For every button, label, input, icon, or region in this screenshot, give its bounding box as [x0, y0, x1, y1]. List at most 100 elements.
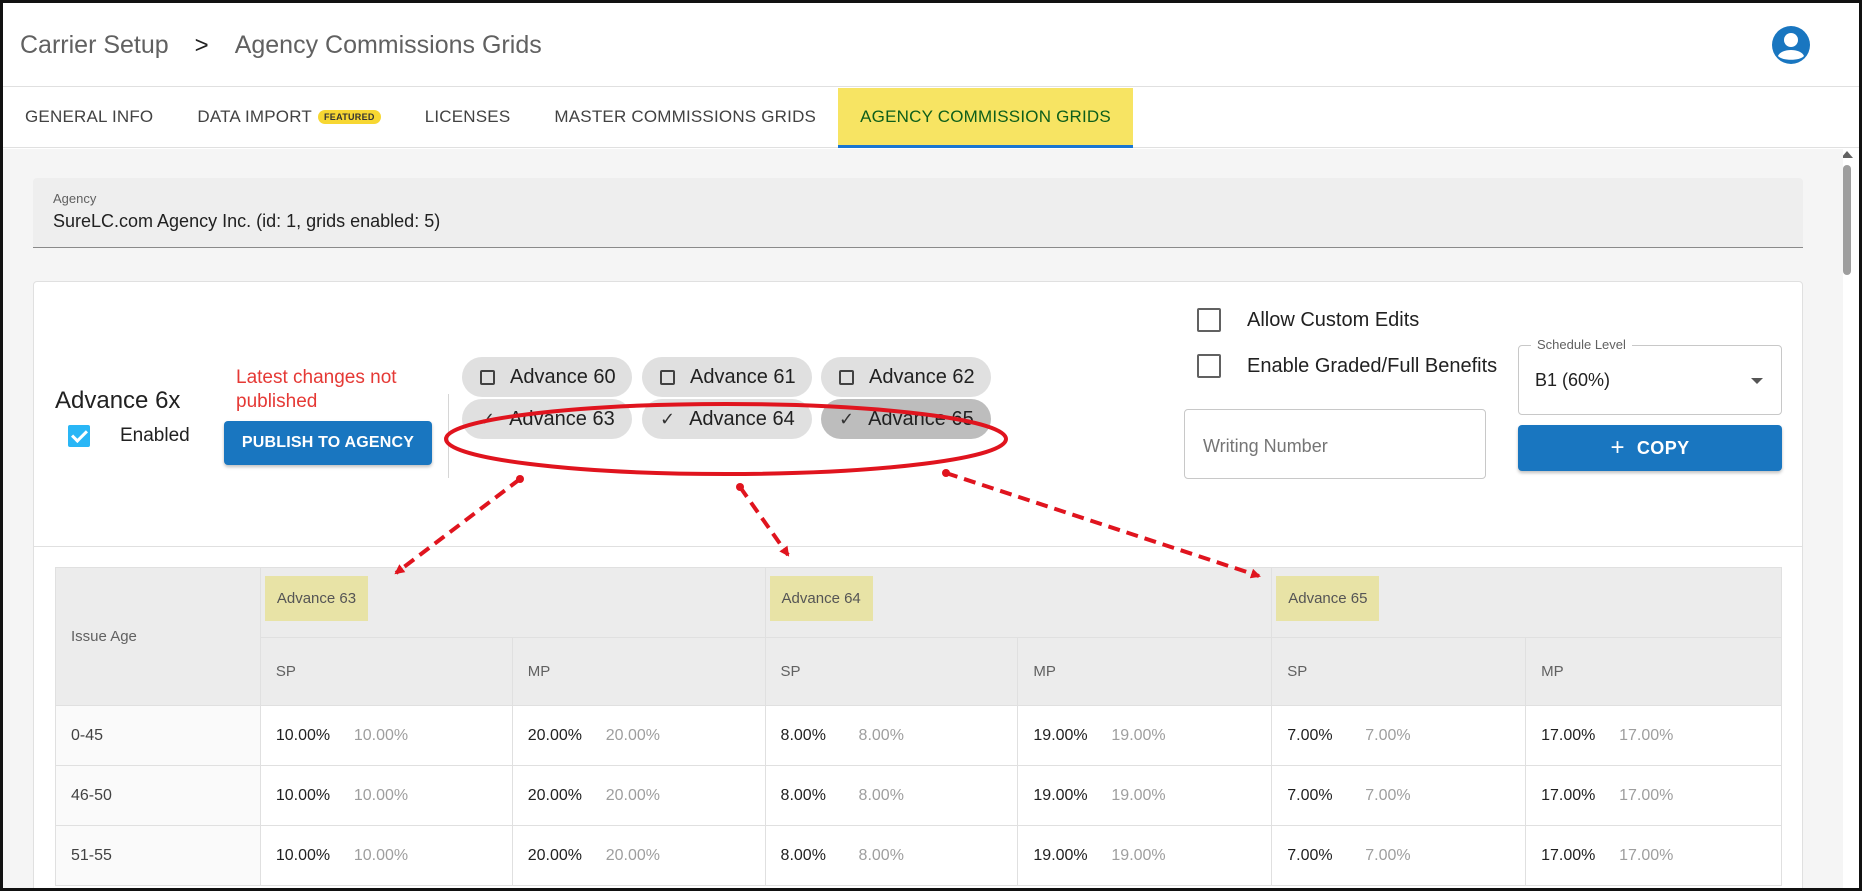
- agency-field-label: Agency: [53, 191, 97, 206]
- rate-master-value: 20.00%: [605, 846, 660, 864]
- rate-master-value: 17.00%: [1619, 846, 1674, 864]
- rate-value: 19.00%: [1033, 726, 1088, 744]
- unpublished-warning: Latest changes not published: [236, 367, 397, 412]
- app-window: Carrier Setup > Agency Commissions Grids…: [0, 0, 1862, 891]
- writing-number-input[interactable]: Writing Number: [1184, 409, 1486, 479]
- check-icon: ✓: [660, 408, 676, 429]
- rate-master-value: 10.00%: [353, 846, 409, 864]
- rate-cell[interactable]: 19.00% 19.00%: [1017, 825, 1273, 886]
- enable-graded-option[interactable]: Enable Graded/Full Benefits: [1197, 354, 1497, 378]
- divider: [448, 394, 449, 478]
- user-account-icon[interactable]: [1771, 25, 1811, 65]
- rate-value: 8.00%: [780, 786, 826, 804]
- rate-master-value: 8.00%: [858, 786, 904, 804]
- group-header: Advance 65: [1271, 567, 1782, 638]
- rate-value: 19.00%: [1033, 786, 1088, 804]
- rate-cell[interactable]: 7.00% 7.00%: [1271, 825, 1527, 886]
- chip-label: Advance 65: [868, 407, 974, 430]
- rate-value: 19.00%: [1033, 846, 1088, 864]
- rate-master-value: 20.00%: [605, 786, 660, 804]
- allow-custom-edits-checkbox[interactable]: [1197, 308, 1221, 332]
- rate-master-value: 8.00%: [858, 726, 904, 744]
- rate-master-value: 7.00%: [1365, 846, 1411, 864]
- chip-label: Advance 61: [690, 365, 796, 388]
- chip-label: Advance 64: [689, 407, 795, 430]
- issue-age-header: Issue Age: [55, 567, 261, 706]
- dropdown-caret-icon: [1751, 378, 1763, 384]
- agency-field-value: SureLC.com Agency Inc. (id: 1, grids ena…: [53, 211, 441, 231]
- option-label: Enable Graded/Full Benefits: [1247, 354, 1498, 377]
- tab-master-commissions-grids[interactable]: MASTER COMMISSIONS GRIDS: [532, 88, 838, 146]
- rate-cell[interactable]: 20.00% 20.00%: [511, 825, 766, 886]
- rate-cell[interactable]: 7.00% 7.00%: [1271, 705, 1527, 766]
- publish-to-agency-button[interactable]: PUBLISH TO AGENCY: [224, 421, 432, 465]
- issue-age-cell: 51-55: [55, 825, 261, 886]
- agency-select[interactable]: Agency SureLC.com Agency Inc. (id: 1, gr…: [33, 178, 1803, 248]
- chip-label: Advance 62: [869, 365, 975, 388]
- rate-master-value: 7.00%: [1365, 726, 1411, 744]
- copy-button[interactable]: + COPY: [1518, 425, 1782, 471]
- rate-cell[interactable]: 17.00% 17.00%: [1525, 765, 1782, 826]
- tab-bar: GENERAL INFO DATA IMPORT FEATURED LICENS…: [3, 88, 1859, 148]
- divider: [34, 546, 1802, 547]
- rate-value: 20.00%: [527, 846, 582, 864]
- breadcrumb-parent[interactable]: Carrier Setup: [20, 31, 169, 60]
- mp-header: MP: [1525, 637, 1782, 706]
- rate-cell[interactable]: 8.00% 8.00%: [764, 765, 1019, 826]
- rate-value: 17.00%: [1541, 846, 1596, 864]
- rate-cell[interactable]: 8.00% 8.00%: [764, 825, 1019, 886]
- tab-agency-commission-grids[interactable]: AGENCY COMMISSION GRIDS: [838, 88, 1133, 148]
- table-row: 46-50 10.00% 10.00% 20.00% 20.00% 8.00% 8.0…: [55, 765, 1782, 826]
- chip-advance-63[interactable]: ✓ Advance 63: [462, 399, 632, 439]
- rate-cell[interactable]: 7.00% 7.00%: [1271, 765, 1527, 826]
- tab-licenses[interactable]: LICENSES: [403, 88, 533, 146]
- rate-cell[interactable]: 10.00% 10.00%: [259, 705, 513, 766]
- rate-value: 7.00%: [1287, 846, 1333, 864]
- chip-advance-64[interactable]: ✓ Advance 64: [642, 399, 812, 439]
- rate-cell[interactable]: 20.00% 20.00%: [511, 765, 766, 826]
- schedule-level-select[interactable]: Schedule Level B1 (60%): [1518, 337, 1782, 415]
- chip-advance-61[interactable]: Advance 61: [642, 357, 812, 397]
- schedule-level-label: Schedule Level: [1531, 337, 1632, 352]
- rate-master-value: 7.00%: [1365, 786, 1411, 804]
- chip-advance-60[interactable]: Advance 60: [462, 357, 632, 397]
- group-header: Advance 63: [259, 567, 766, 638]
- tab-general-info[interactable]: GENERAL INFO: [3, 88, 175, 146]
- chip-advance-62[interactable]: Advance 62: [821, 357, 991, 397]
- plus-icon: +: [1610, 434, 1625, 461]
- rate-master-value: 17.00%: [1619, 726, 1674, 744]
- rate-cell[interactable]: 17.00% 17.00%: [1525, 825, 1782, 886]
- tab-label: DATA IMPORT: [197, 107, 312, 126]
- tab-data-import[interactable]: DATA IMPORT FEATURED: [175, 88, 402, 146]
- option-label: Allow Custom Edits: [1247, 308, 1420, 331]
- rate-master-value: 19.00%: [1111, 846, 1166, 864]
- enabled-label: Enabled: [120, 425, 190, 446]
- rate-cell[interactable]: 8.00% 8.00%: [764, 705, 1019, 766]
- chip-advance-65[interactable]: ✓ Advance 65: [821, 399, 991, 439]
- rate-cell[interactable]: 19.00% 19.00%: [1017, 765, 1273, 826]
- rate-cell[interactable]: 10.00% 10.00%: [259, 825, 513, 886]
- grid-title: Advance 6x: [55, 387, 181, 414]
- breadcrumb: Carrier Setup > Agency Commissions Grids: [20, 31, 542, 60]
- scrollbar-thumb[interactable]: [1843, 165, 1851, 275]
- rate-cell[interactable]: 10.00% 10.00%: [259, 765, 513, 826]
- tab-label: GENERAL INFO: [25, 107, 154, 126]
- rate-cell[interactable]: 17.00% 17.00%: [1525, 705, 1782, 766]
- allow-custom-edits-option[interactable]: Allow Custom Edits: [1197, 308, 1419, 332]
- group-header-label: Advance 64: [769, 576, 873, 621]
- table-row: 0-45 10.00% 10.00% 20.00% 20.00% 8.00% 8.00…: [55, 705, 1782, 766]
- rate-master-value: 19.00%: [1111, 786, 1166, 804]
- main-content: Agency SureLC.com Agency Inc. (id: 1, gr…: [3, 149, 1843, 888]
- enabled-toggle[interactable]: Enabled: [68, 425, 190, 447]
- rate-cell[interactable]: 20.00% 20.00%: [511, 705, 766, 766]
- app-header: Carrier Setup > Agency Commissions Grids: [3, 3, 1859, 87]
- grid-card: Advance 6x Enabled Latest changes not pu…: [33, 281, 1803, 888]
- group-header: Advance 64: [764, 567, 1273, 638]
- rate-value: 20.00%: [527, 726, 582, 744]
- rate-master-value: 10.00%: [353, 786, 409, 804]
- enabled-checkbox[interactable]: [68, 425, 90, 447]
- mp-header: MP: [511, 637, 766, 706]
- rate-cell[interactable]: 19.00% 19.00%: [1017, 705, 1273, 766]
- enable-graded-checkbox[interactable]: [1197, 354, 1221, 378]
- sp-header: SP: [259, 637, 513, 706]
